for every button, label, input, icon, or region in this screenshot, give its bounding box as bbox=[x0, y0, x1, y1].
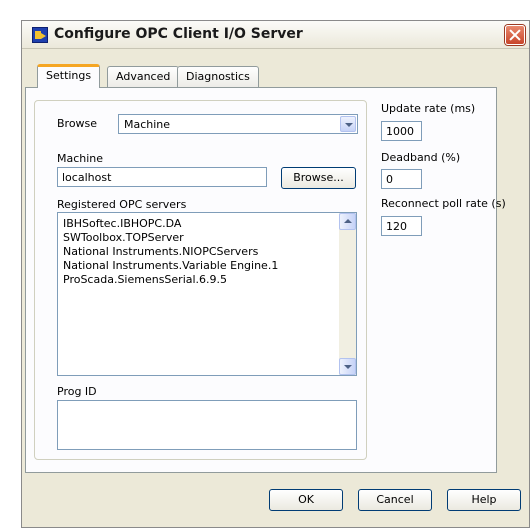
servers-label: Registered OPC servers bbox=[57, 198, 187, 211]
prog-id-label: Prog ID bbox=[57, 385, 97, 398]
app-icon bbox=[32, 27, 48, 43]
list-item[interactable]: National Instruments.Variable Engine.1 bbox=[63, 259, 278, 273]
title-bar[interactable]: Configure OPC Client I/O Server bbox=[22, 21, 529, 49]
deadband-label: Deadband (%) bbox=[381, 151, 461, 164]
tab-settings[interactable]: Settings bbox=[37, 64, 101, 88]
browse-button[interactable]: Browse... bbox=[281, 167, 356, 189]
vertical-scrollbar[interactable] bbox=[339, 213, 356, 375]
browse-select[interactable]: Machine bbox=[118, 114, 358, 134]
tab-diagnostics[interactable]: Diagnostics bbox=[177, 66, 259, 88]
list-item[interactable]: National Instruments.NIOPCServers bbox=[63, 245, 278, 259]
scroll-up-icon[interactable] bbox=[339, 213, 356, 230]
reconnect-value: 120 bbox=[386, 220, 407, 233]
list-item[interactable]: SWToolbox.TOPServer bbox=[63, 231, 278, 245]
window-title: Configure OPC Client I/O Server bbox=[54, 26, 303, 42]
update-rate-value: 1000 bbox=[386, 125, 414, 138]
servers-list[interactable]: IBHSoftec.IBHOPC.DA SWToolbox.TOPServer … bbox=[57, 212, 357, 376]
browse-label: Browse bbox=[57, 117, 98, 130]
reconnect-label: Reconnect poll rate (s) bbox=[381, 197, 506, 210]
machine-label: Machine bbox=[57, 152, 104, 165]
ok-button[interactable]: OK bbox=[269, 489, 343, 511]
browse-select-value: Machine bbox=[124, 118, 171, 131]
prog-id-field[interactable] bbox=[57, 400, 357, 450]
machine-value: localhost bbox=[62, 171, 112, 184]
servers-items: IBHSoftec.IBHOPC.DA SWToolbox.TOPServer … bbox=[63, 217, 278, 287]
help-button[interactable]: Help bbox=[447, 489, 521, 511]
list-item[interactable]: IBHSoftec.IBHOPC.DA bbox=[63, 217, 278, 231]
deadband-value: 0 bbox=[386, 173, 393, 186]
close-button[interactable] bbox=[505, 25, 525, 45]
update-rate-label: Update rate (ms) bbox=[381, 102, 476, 115]
chevron-down-icon[interactable] bbox=[340, 116, 356, 132]
update-rate-field[interactable]: 1000 bbox=[381, 121, 422, 141]
reconnect-field[interactable]: 120 bbox=[381, 216, 422, 236]
tab-advanced[interactable]: Advanced bbox=[107, 66, 180, 88]
scroll-down-icon[interactable] bbox=[339, 358, 356, 375]
deadband-field[interactable]: 0 bbox=[381, 169, 422, 189]
cancel-button[interactable]: Cancel bbox=[358, 489, 432, 511]
list-item[interactable]: ProScada.SiemensSerial.6.9.5 bbox=[63, 273, 278, 287]
machine-field[interactable]: localhost bbox=[57, 167, 267, 187]
